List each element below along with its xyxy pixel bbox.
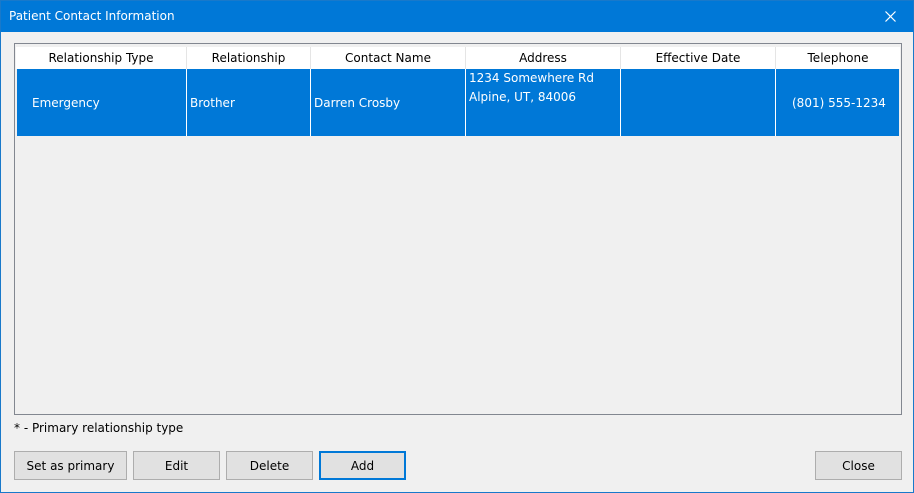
column-header-telephone[interactable]: Telephone <box>776 47 900 69</box>
column-header-relationship[interactable]: Relationship <box>187 47 311 69</box>
cell-relationship-type: Emergency <box>17 69 187 136</box>
column-header-address[interactable]: Address <box>466 47 621 69</box>
edit-button[interactable]: Edit <box>133 451 220 480</box>
close-icon <box>884 11 896 22</box>
set-as-primary-button[interactable]: Set as primary <box>14 451 127 480</box>
dialog-window: Patient Contact Information Relationship… <box>0 0 914 493</box>
window-close-button[interactable] <box>867 1 913 32</box>
title-bar: Patient Contact Information <box>1 1 913 32</box>
primary-note: * - Primary relationship type <box>14 421 184 435</box>
column-header-relationship-type[interactable]: Relationship Type <box>16 47 187 69</box>
close-button[interactable]: Close <box>815 451 902 480</box>
contact-list[interactable]: Relationship Type Relationship Contact N… <box>14 43 902 415</box>
table-row[interactable]: Emergency Brother Darren Crosby 1234 Som… <box>17 69 899 136</box>
add-button[interactable]: Add <box>319 451 406 480</box>
cell-contact-name: Darren Crosby <box>311 69 466 136</box>
list-header: Relationship Type Relationship Contact N… <box>16 47 900 69</box>
cell-telephone: (801) 555-1234 <box>792 96 886 110</box>
cell-effective-date <box>621 69 776 136</box>
window-title: Patient Contact Information <box>9 9 175 23</box>
delete-button[interactable]: Delete <box>226 451 313 480</box>
cell-relationship: Brother <box>187 69 311 136</box>
column-header-contact-name[interactable]: Contact Name <box>311 47 466 69</box>
column-header-effective-date[interactable]: Effective Date <box>621 47 776 69</box>
cell-address: 1234 Somewhere Rd Alpine, UT, 84006 <box>466 69 621 136</box>
